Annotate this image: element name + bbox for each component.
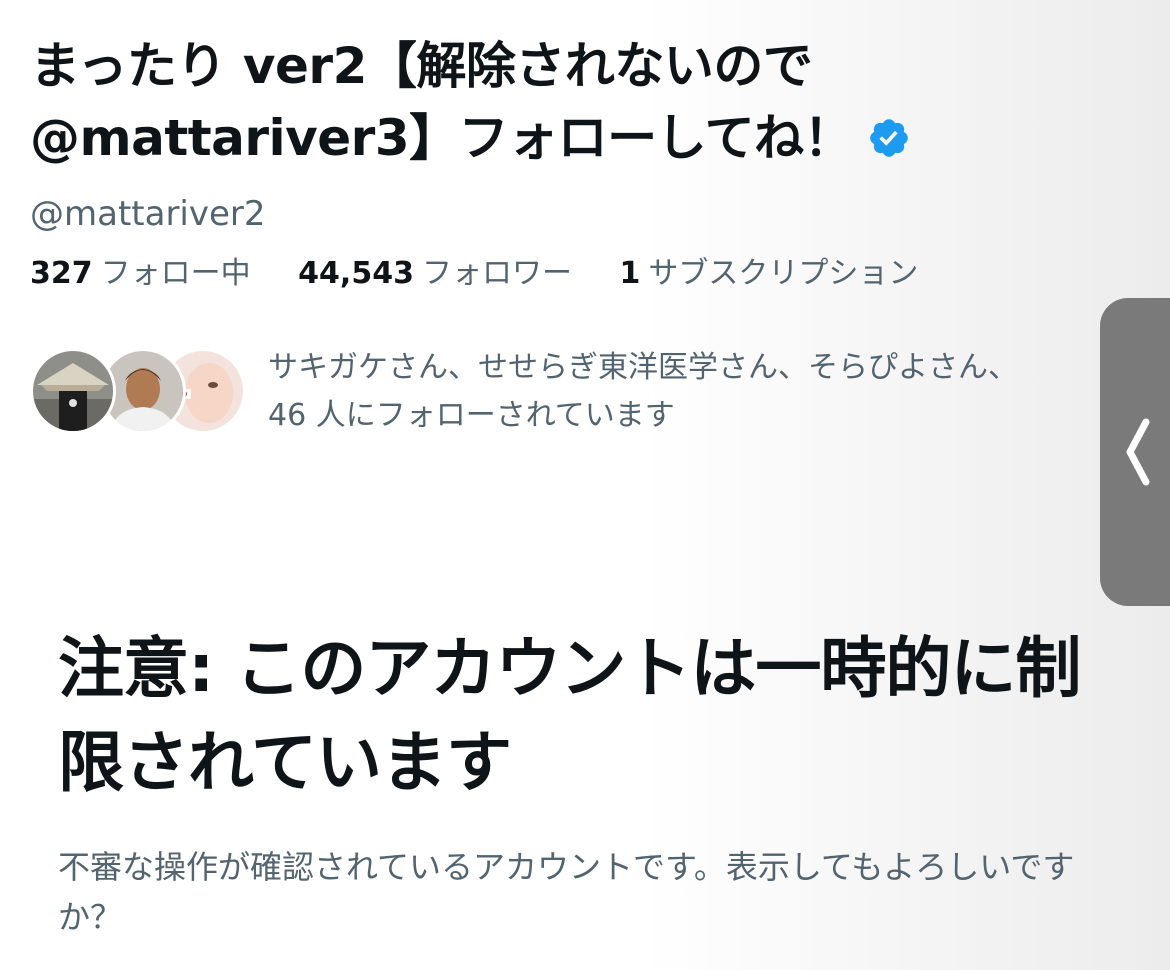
side-panel-tab[interactable] [1100,298,1170,606]
followed-by-text: サキガケさん、せせらぎ東洋医学さん、そらぴよさん、 46 人にフォローされていま… [268,344,1108,440]
following-label: フォロー中 [100,256,251,291]
subscriptions-count: 1 [619,256,641,291]
following-count: 327 [30,256,93,291]
profile-display-name: まったり ver2【解除されないので@mattariver3】フォローしてね！ [30,30,1040,174]
followed-by-section[interactable]: サキガケさん、せせらぎ東洋医学さん、そらぴよさん、 46 人にフォローされていま… [30,344,1100,444]
profile-stats: 327 フォロー中 44,543 フォロワー 1 サブスクリプション [30,252,956,296]
verified-badge-icon[interactable] [867,116,911,160]
subscriptions-stat[interactable]: 1 サブスクリプション [620,252,919,296]
profile-page: まったり ver2【解除されないので@mattariver3】フォローしてね！ … [0,0,1170,970]
followers-stat[interactable]: 44,543 フォロワー [298,252,572,296]
display-name-text: まったり ver2【解除されないので@mattariver3】フォローしてね！ [30,37,854,167]
followers-count: 44,543 [298,256,414,291]
restricted-warning-title: 注意: このアカウントは一時的に制限されています [58,630,1081,801]
followed-by-names: サキガケさん、せせらぎ東洋医学さん、そらぴよさん、 [268,350,1018,385]
subscriptions-label: サブスクリプション [648,256,919,291]
following-stat[interactable]: 327 フォロー中 [30,252,251,296]
followed-by-count: 46 人にフォローされています [268,398,675,433]
chevron-left-icon [1126,418,1150,486]
profile-handle: @mattariver2 [30,194,266,234]
followers-label: フォロワー [421,256,572,291]
restricted-warning-body: 不審な操作が確認されているアカウントです。表示してもよろしいですか？ [58,848,1075,936]
avatar [30,348,116,434]
follower-avatars [30,348,246,438]
